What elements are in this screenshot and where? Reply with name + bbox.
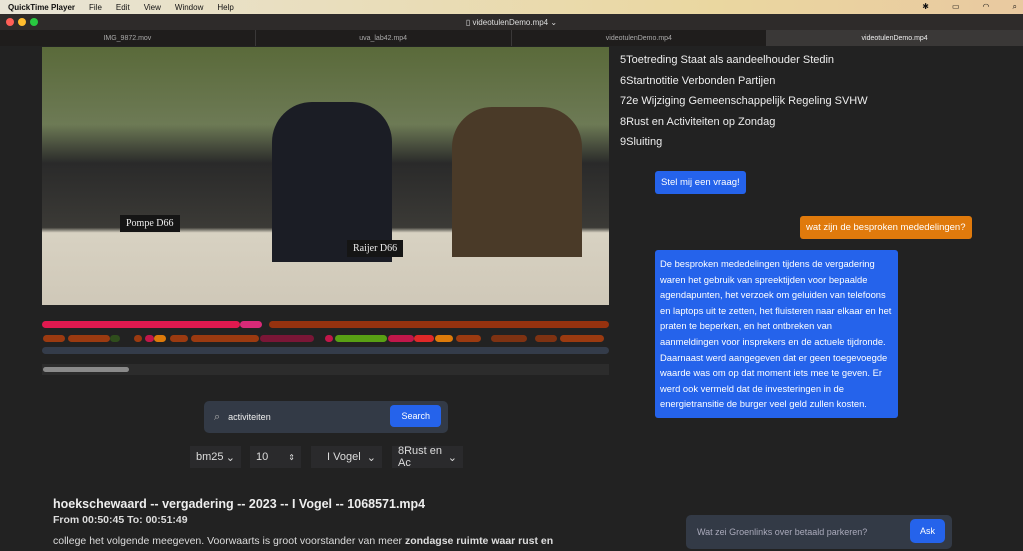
timeline-segment[interactable] [435, 335, 453, 342]
search-icon[interactable]: ⌕ [1013, 2, 1017, 12]
agenda-item[interactable]: 9Sluiting [620, 132, 868, 153]
timeline-segment[interactable] [560, 335, 604, 342]
search-button[interactable]: Search [390, 405, 441, 427]
ask-button[interactable]: Ask [909, 519, 945, 543]
ask-input[interactable]: Wat zei Groenlinks over betaald parkeren… [697, 527, 867, 537]
timeline-segment[interactable] [134, 335, 142, 342]
assistant-prompt-bubble: Stel mij een vraag! [655, 171, 746, 194]
search-bar: ⌕ activiteiten Search [204, 401, 448, 433]
agenda-item[interactable]: 8Rust en Activiteiten op Zondag [620, 112, 868, 133]
agenda-item[interactable]: 5Toetreding Staat als aandeelhouder Sted… [620, 50, 868, 71]
result-timestamp: From 00:50:45 To: 00:51:49 [53, 514, 188, 526]
assistant-answer-bubble: De besproken mededelingen tijdens de ver… [655, 250, 898, 418]
timeline-segment[interactable] [43, 335, 65, 342]
status-tray: ✱ ▭ ◠ ⌕ [908, 2, 1017, 12]
timeline-segment[interactable] [388, 335, 414, 342]
menu-view[interactable]: View [144, 3, 161, 12]
timeline-segment[interactable] [535, 335, 557, 342]
count-stepper[interactable]: 10 ⇕ [250, 446, 301, 468]
person [272, 102, 392, 262]
tab[interactable]: uva_lab42.mp4 [256, 30, 512, 46]
menu-app[interactable]: QuickTime Player [8, 3, 75, 12]
ask-bar: Wat zei Groenlinks over betaald parkeren… [686, 515, 952, 549]
timeline-segment[interactable] [269, 321, 609, 328]
document-icon: ▯ [465, 17, 473, 27]
method-select[interactable]: bm25 ⌄ [190, 446, 241, 468]
battery-icon[interactable]: ▭ [952, 2, 960, 12]
agenda-value: 8Rust en Ac [398, 445, 443, 469]
title-bar: ▯ videotulenDemo.mp4 ⌄ [0, 14, 1023, 30]
close-button[interactable] [6, 18, 14, 26]
user-message-bubble: wat zijn de besproken mededelingen? [800, 216, 972, 239]
agenda-select[interactable]: 8Rust en Ac ⌄ [392, 445, 463, 469]
chevron-down-icon: ⌄ [447, 451, 457, 464]
result-snippet: college het volgende meegeven. Voorwaart… [53, 535, 553, 547]
agenda-item[interactable]: 72e Wijziging Gemeenschappelijk Regeling… [620, 91, 868, 112]
stepper-icon: ⇕ [288, 452, 295, 462]
name-sign: Raijer D66 [347, 240, 404, 257]
timeline-segment[interactable] [68, 335, 110, 342]
menubar: QuickTime Player File Edit View Window H… [0, 0, 1023, 14]
snippet-highlight: zondagse ruimte waar rust en [404, 535, 554, 547]
timeline-segment[interactable] [42, 321, 240, 328]
speaker-select[interactable]: I Vogel ⌄ [311, 446, 382, 468]
timeline-segment[interactable] [110, 335, 120, 342]
timeline-segment[interactable] [325, 335, 333, 342]
chevron-down-icon: ⌄ [366, 451, 376, 464]
agenda-list: 5Toetreding Staat als aandeelhouder Sted… [620, 50, 868, 153]
snippet-text: college het volgende meegeven. Voorwaart… [53, 535, 405, 547]
minimize-button[interactable] [18, 18, 26, 26]
count-value: 10 [256, 451, 269, 463]
timeline-segment[interactable] [154, 335, 166, 342]
scrollbar-thumb[interactable] [43, 367, 129, 372]
timeline-segment[interactable] [170, 335, 188, 342]
tab[interactable]: videotulenDemo.mp4 [512, 30, 768, 46]
timeline-track[interactable] [42, 347, 609, 354]
timeline-segment[interactable] [145, 335, 154, 342]
speaker-value: I Vogel [327, 451, 361, 463]
menu-edit[interactable]: Edit [116, 3, 130, 12]
timeline-segment[interactable] [240, 321, 262, 328]
chevron-down-icon[interactable]: ⌄ [548, 18, 557, 27]
person [452, 107, 582, 257]
tab-bar: IMG_9872.mov uva_lab42.mp4 videotulenDem… [0, 30, 1023, 46]
search-input[interactable]: activiteiten [228, 412, 271, 422]
timeline-segment[interactable] [335, 335, 387, 342]
menu-window[interactable]: Window [175, 3, 203, 12]
tab[interactable]: IMG_9872.mov [0, 30, 256, 46]
window-title: videotulenDemo.mp4 [472, 17, 549, 27]
zoom-button[interactable] [30, 18, 38, 26]
menu-file[interactable]: File [89, 3, 102, 12]
name-sign: Pompe D66 [120, 215, 180, 232]
chevron-down-icon: ⌄ [225, 451, 235, 464]
method-value: bm25 [196, 451, 224, 463]
timeline-segment[interactable] [456, 335, 481, 342]
tab-active[interactable]: videotulenDemo.mp4 [767, 30, 1023, 46]
timeline-segment[interactable] [491, 335, 527, 342]
search-icon: ⌕ [214, 410, 221, 423]
wifi-icon[interactable]: ◠ [983, 2, 990, 12]
agenda-item[interactable]: 6Startnotitie Verbonden Partijen [620, 71, 868, 92]
result-title[interactable]: hoekschewaard -- vergadering -- 2023 -- … [53, 497, 425, 511]
timeline-segment[interactable] [414, 335, 434, 342]
timeline-segment[interactable] [260, 335, 314, 342]
timeline-segment[interactable] [191, 335, 259, 342]
bluetooth-icon[interactable]: ✱ [922, 2, 929, 12]
horizontal-scrollbar[interactable] [42, 364, 609, 375]
video-player[interactable]: Pompe D66 Raijer D66 [42, 47, 609, 305]
menu-help[interactable]: Help [217, 3, 233, 12]
